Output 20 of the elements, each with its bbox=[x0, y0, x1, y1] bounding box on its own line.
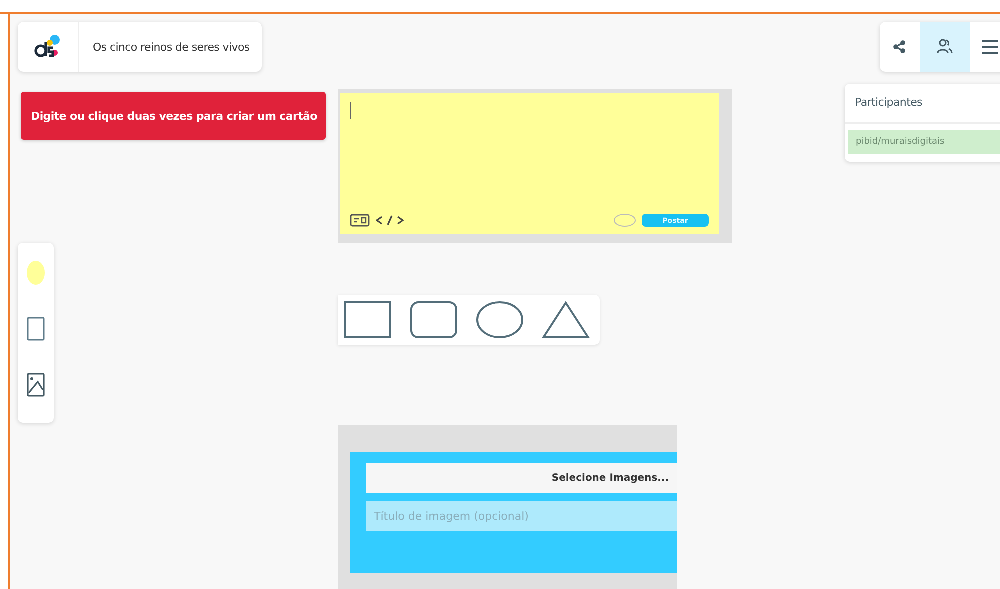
text-cursor bbox=[350, 102, 351, 119]
menu-icon bbox=[980, 37, 1000, 57]
rectangle-shape-icon[interactable] bbox=[344, 301, 392, 339]
panel-title: Participantes bbox=[845, 84, 1000, 124]
hint-text: Digite ou clique duas vezes para criar um cartão bbox=[31, 110, 318, 122]
image-title-field[interactable]: Título de imagem (opcional) bbox=[366, 501, 677, 531]
media-icon[interactable] bbox=[350, 214, 370, 227]
triangle-shape-icon[interactable] bbox=[542, 301, 590, 339]
select-images-button[interactable]: Selecione Imagens... bbox=[366, 463, 677, 493]
color-swatch[interactable] bbox=[27, 261, 45, 285]
board-title: Os cinco reinos de seres vivos bbox=[92, 40, 250, 54]
participant-item[interactable]: pibid/muraisdigitais bbox=[848, 130, 1000, 154]
code-icon[interactable] bbox=[376, 214, 404, 227]
card-icon[interactable] bbox=[27, 317, 45, 341]
participants-button[interactable] bbox=[920, 22, 970, 72]
ellipse-shape-icon[interactable] bbox=[476, 301, 524, 339]
image-icon[interactable] bbox=[27, 373, 45, 397]
rounded-shape-icon[interactable] bbox=[410, 301, 458, 339]
logo-icon[interactable] bbox=[33, 34, 63, 60]
color-picker[interactable] bbox=[614, 214, 636, 227]
